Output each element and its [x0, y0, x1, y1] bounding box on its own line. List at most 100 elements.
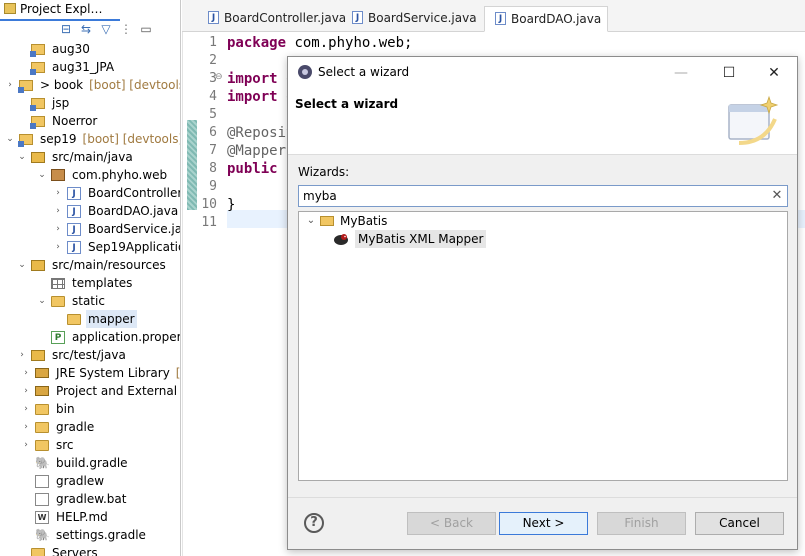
tree-item[interactable]: 🐘 build.gradle [20, 454, 130, 472]
minimize-icon[interactable]: ▭ [138, 22, 154, 36]
tree-item[interactable]: › gradle [20, 418, 96, 436]
tree-item[interactable]: jsp [16, 94, 71, 112]
tree-item[interactable]: › Project and External Dependencies [20, 382, 180, 400]
tree-item[interactable]: ›J Sep19Application.java [52, 238, 180, 256]
properties-file-icon: P [51, 330, 65, 344]
tree-item-label: aug30 [52, 42, 90, 56]
tree-item[interactable]: W HELP.md [20, 508, 110, 526]
folder-icon [35, 422, 49, 433]
tree-item[interactable]: › src [20, 436, 76, 454]
wizard-item-mybatis-xml-mapper[interactable]: MyBatis XML Mapper [333, 230, 487, 248]
library-icon [35, 368, 49, 378]
tree-item[interactable]: ⌄ src/main/resources [16, 256, 168, 274]
chevron-right-icon[interactable]: › [4, 76, 16, 94]
finish-button[interactable]: Finish [597, 512, 686, 535]
tree-item[interactable]: › JRE System Library [JavaSE-11] [20, 364, 180, 382]
tree-item[interactable]: › bin [20, 400, 77, 418]
tree-item[interactable]: aug31_JPA [16, 58, 116, 76]
tab-board-dao[interactable]: J BoardDAO.java [484, 6, 608, 32]
chevron-right-icon[interactable]: › [52, 202, 64, 220]
maximize-window-icon[interactable]: ☐ [712, 61, 746, 85]
tree-item[interactable]: ⌄ src/main/java [16, 148, 135, 166]
chevron-right-icon[interactable]: › [52, 220, 64, 238]
template-folder-icon [51, 277, 65, 289]
line-number: 6 [209, 125, 217, 140]
wizards-label: Wizards: [298, 165, 350, 179]
tree-item[interactable]: › src/test/java [16, 346, 128, 364]
filter-icon[interactable]: ▽ [98, 22, 114, 36]
project-explorer-tab[interactable]: Project Expl… [0, 0, 120, 21]
change-ruler [187, 120, 197, 210]
file-icon [35, 492, 49, 506]
tree-item[interactable]: Papplication.properties [36, 328, 180, 346]
tree-item[interactable]: ⌄ sep19 [boot] [devtools] [4, 130, 180, 148]
tree-item[interactable]: mapper [52, 310, 137, 328]
chevron-right-icon[interactable]: › [16, 346, 28, 364]
dialog-titlebar[interactable]: Select a wizard — ☐ ✕ [288, 57, 797, 89]
wizard-category-mybatis[interactable]: ⌄ MyBatis [305, 212, 388, 230]
chevron-down-icon[interactable]: ⌄ [305, 212, 317, 230]
select-wizard-dialog: Select a wizard — ☐ ✕ Select a wizard Wi… [287, 56, 798, 550]
dialog-heading: Select a wizard [295, 97, 399, 111]
tree-item-label: Servers [52, 546, 98, 556]
tree-item-label: application.properties [72, 330, 180, 344]
tree-item[interactable]: aug30 [16, 40, 92, 58]
code-line: import o [227, 70, 294, 88]
back-button[interactable]: < Back [407, 512, 496, 535]
folder-icon [31, 548, 45, 556]
tree-item[interactable]: ⌄ com.phyho.web [36, 166, 169, 184]
view-menu-icon[interactable]: ⋮ [118, 22, 134, 36]
source-folder-icon [31, 151, 45, 163]
tree-item[interactable]: ›J BoardService.java [52, 220, 180, 238]
chevron-down-icon[interactable]: ⌄ [36, 166, 48, 184]
explorer-toolbar: ⊟ ⇆ ▽ ⋮ ▭ [58, 22, 154, 36]
java-file-icon: J [67, 222, 81, 236]
collapse-all-icon[interactable]: ⊟ [58, 22, 74, 36]
tree-item-label: gradle [56, 420, 95, 434]
tab-board-controller[interactable]: J BoardController.java [198, 6, 346, 32]
chevron-right-icon[interactable]: › [52, 238, 64, 256]
tree-item-label: bin [56, 402, 75, 416]
chevron-down-icon[interactable]: ⌄ [16, 256, 28, 274]
tree-item[interactable]: 🐘 settings.gradle [20, 526, 148, 544]
chevron-down-icon[interactable]: ⌄ [16, 148, 28, 166]
code-text: com.phyho.web; [286, 35, 413, 51]
code-line: import o [227, 88, 294, 106]
chevron-right-icon[interactable]: › [20, 418, 32, 436]
clear-filter-icon[interactable]: ✕ [770, 188, 784, 204]
line-number: 5 [209, 107, 217, 122]
tree-item[interactable]: Noerror [16, 112, 99, 130]
explorer-header: Project Expl… ⊟ ⇆ ▽ ⋮ ▭ [0, 0, 180, 38]
tree-item[interactable]: ›J BoardController.java [52, 184, 180, 202]
chevron-right-icon[interactable]: › [20, 436, 32, 454]
chevron-right-icon[interactable]: › [20, 382, 32, 400]
next-button[interactable]: Next > [499, 512, 588, 535]
tree-item[interactable]: Servers [16, 544, 100, 556]
tab-board-service[interactable]: J BoardService.java [342, 6, 477, 32]
chevron-right-icon[interactable]: › [52, 184, 64, 202]
tree-item-label: settings.gradle [56, 528, 146, 542]
line-number: 1 [209, 35, 217, 50]
close-window-icon[interactable]: ✕ [757, 61, 791, 85]
folder-icon [35, 440, 49, 451]
cancel-button[interactable]: Cancel [695, 512, 784, 535]
chevron-right-icon[interactable]: › [20, 400, 32, 418]
help-icon[interactable]: ? [304, 513, 324, 533]
tree-item[interactable]: gradlew.bat [20, 490, 128, 508]
tree-item-label: static [72, 294, 105, 308]
link-with-editor-icon[interactable]: ⇆ [78, 22, 94, 36]
java-file-icon: J [67, 204, 81, 218]
tree-item[interactable]: templates [36, 274, 134, 292]
wizard-tree[interactable]: ⌄ MyBatis MyBatis XML Mapper [298, 211, 788, 481]
chevron-right-icon[interactable]: › [20, 364, 32, 382]
tree-item[interactable]: gradlew [20, 472, 106, 490]
minimize-window-icon[interactable]: — [664, 61, 698, 85]
tree-item[interactable]: › J BoardDAO.java [52, 202, 180, 220]
chevron-down-icon[interactable]: ⌄ [36, 292, 48, 310]
chevron-down-icon[interactable]: ⌄ [4, 130, 16, 148]
tree-item-label: Sep19Application.java [88, 240, 180, 254]
code-text: @Mapper [227, 143, 287, 159]
wizard-filter-input[interactable] [298, 185, 788, 207]
tree-item[interactable]: ⌄ static [36, 292, 107, 310]
tree-item[interactable]: › > book [boot] [devtools] [ [4, 76, 180, 94]
